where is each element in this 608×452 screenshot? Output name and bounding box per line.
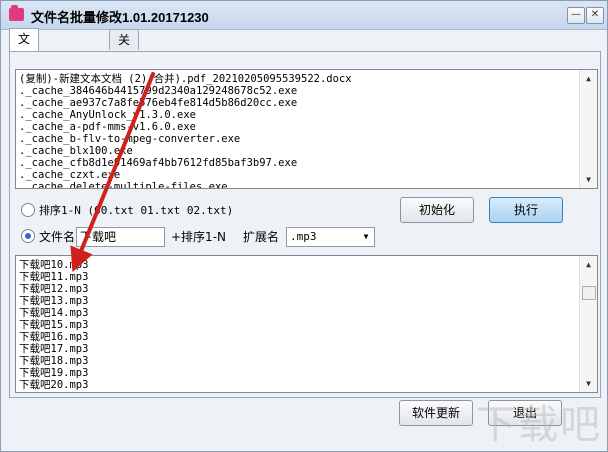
sort-radio[interactable] [21, 203, 35, 217]
source-file-list[interactable]: (复制)-新建文本文档 (2)(合并).pdf_2021020509553952… [15, 69, 598, 189]
list-item[interactable]: 下载吧13.mp3 [16, 295, 597, 307]
chevron-down-icon[interactable]: ▼ [358, 228, 374, 246]
list-item[interactable]: 下载吧20.mp3 [16, 379, 597, 391]
extension-label: 扩展名 [243, 230, 280, 244]
scroll-down-icon[interactable]: ▼ [580, 375, 597, 392]
list-item[interactable]: ._cache_czxt.exe [16, 169, 597, 181]
update-button[interactable]: 软件更新 [399, 400, 473, 426]
list-item[interactable]: ._cache_b-flv-to-mpeg-converter.exe [16, 133, 597, 145]
watermark-logo: 下载吧 [476, 402, 602, 447]
list-item[interactable]: ._cache_delete-multiple-files.exe [16, 181, 597, 188]
list-item[interactable]: ._cache_384646b4415799d2340a129248678c52… [16, 85, 597, 97]
result-file-list[interactable]: 下载吧10.mp3 下载吧11.mp3 下载吧12.mp3 下载吧13.mp3 下载吧1… [15, 255, 598, 393]
init-button[interactable]: 初始化 [400, 197, 474, 223]
list-item[interactable]: 下载吧19.mp3 [16, 367, 597, 379]
window-title: 文件名批量修改1.01.20171230 [31, 10, 209, 25]
list-item[interactable]: 下载吧16.mp3 [16, 331, 597, 343]
main-panel: (复制)-新建文本文档 (2)(合并).pdf_2021020509553952… [9, 51, 601, 398]
extension-value: .mp3 [290, 230, 317, 243]
scroll-down-icon[interactable]: ▼ [580, 171, 597, 188]
minimize-button[interactable]: — [567, 7, 585, 24]
close-button[interactable]: ✕ [586, 7, 604, 24]
list-item[interactable]: 下载吧17.mp3 [16, 343, 597, 355]
scroll-up-icon[interactable]: ▲ [580, 256, 597, 273]
filename-label: 文件名 [39, 230, 76, 244]
source-scrollbar[interactable]: ▲ ▼ [579, 70, 597, 188]
list-item[interactable]: 下载吧15.mp3 [16, 319, 597, 331]
list-item[interactable]: (复制)-新建文本文档 (2)(合并).pdf_2021020509553952… [16, 73, 597, 85]
filename-input[interactable]: 下载吧 [76, 227, 165, 247]
list-item[interactable]: ._cache_ae937c7a8fe576eb4fe814d5b86d20cc… [16, 97, 597, 109]
tab-rename[interactable]: 文件名批量修改 [9, 28, 40, 166]
app-window: 文件名批量修改1.01.20171230 — ✕ 文件名批量修改 关于 (复制)… [0, 0, 608, 452]
list-item[interactable]: ._cache_a-pdf-mms-v1.6.0.exe [16, 121, 597, 133]
sort-option-label: 排序1-N (00.txt 01.txt 02.txt) [39, 204, 234, 217]
list-item[interactable]: 下载吧10.mp3 [16, 259, 597, 271]
list-item[interactable]: ._cache_blx100.exe [16, 145, 597, 157]
plus-sort-label: +排序1-N [171, 230, 226, 244]
scroll-up-icon[interactable]: ▲ [580, 70, 597, 87]
title-bar: 文件名批量修改1.01.20171230 — ✕ [1, 1, 607, 30]
list-item[interactable]: 下载吧12.mp3 [16, 283, 597, 295]
result-scrollbar[interactable]: ▲ ▼ [579, 256, 597, 392]
folder-icon [9, 5, 24, 21]
tab-about[interactable]: 关于 [109, 29, 140, 67]
result-lines: 下载吧10.mp3 下载吧11.mp3 下载吧12.mp3 下载吧13.mp3 下载吧1… [16, 256, 597, 391]
list-item[interactable]: ._cache_cfb8d1e91469af4bb7612fd85baf3b97… [16, 157, 597, 169]
scroll-thumb[interactable] [582, 286, 596, 300]
list-item[interactable]: ._cache_AnyUnlock_v1.3.0.exe [16, 109, 597, 121]
list-item[interactable]: 下载吧11.mp3 [16, 271, 597, 283]
extension-select[interactable]: .mp3 ▼ [286, 227, 375, 247]
filename-radio[interactable] [21, 229, 35, 243]
source-lines: (复制)-新建文本文档 (2)(合并).pdf_2021020509553952… [16, 70, 597, 188]
run-button[interactable]: 执行 [489, 197, 563, 223]
list-item[interactable]: 下载吧18.mp3 [16, 355, 597, 367]
list-item[interactable]: 下载吧14.mp3 [16, 307, 597, 319]
